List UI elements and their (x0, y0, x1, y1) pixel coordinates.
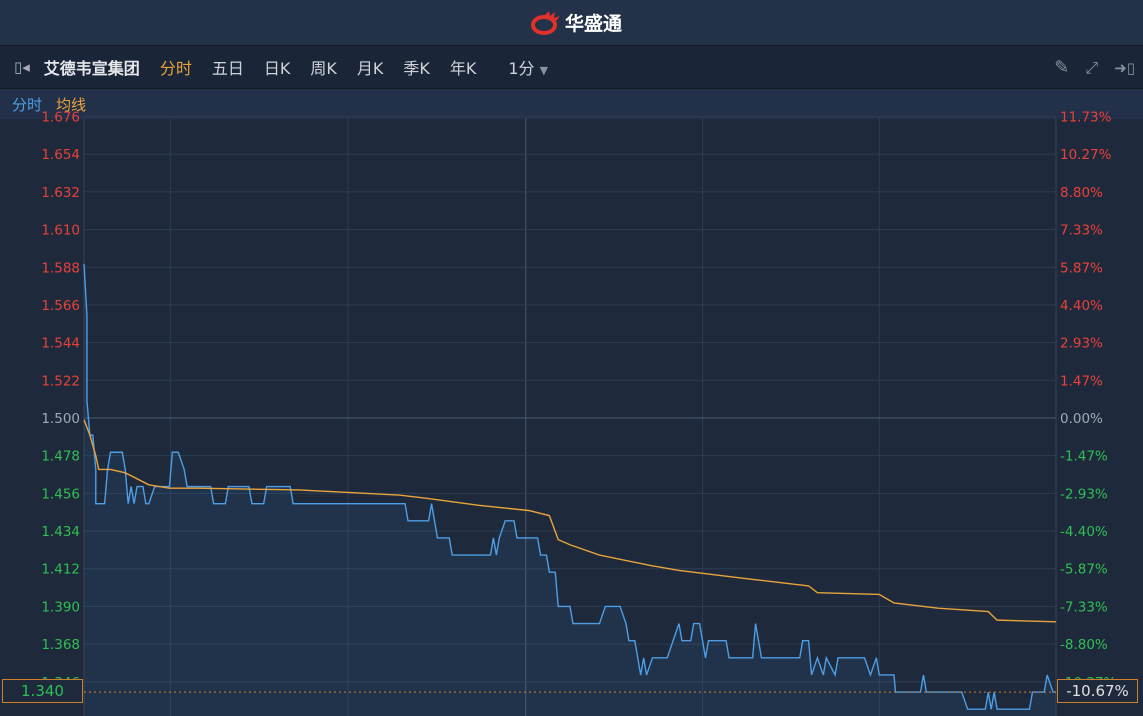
legend-average: 均线 (56, 95, 87, 114)
toolbar-icons: ✎ ⤢ ➜▯ (1054, 57, 1135, 78)
interval-select[interactable]: 1分 ▼ (508, 55, 548, 79)
percent-tick-label: -1.47% (1060, 449, 1108, 465)
percent-tick-label: 1.47% (1060, 373, 1103, 389)
brand-logo: 华盛通 (530, 9, 622, 36)
price-tick-label: 1.632 (41, 185, 80, 201)
stock-name: 艾德韦宣集团 (43, 59, 140, 78)
price-tick-label: 1.456 (41, 486, 80, 502)
percent-tick-label: 8.80% (1060, 185, 1103, 201)
price-tick-label: 1.390 (41, 599, 80, 615)
percent-tick-label: 7.33% (1060, 223, 1103, 239)
fullscreen-icon[interactable]: ⤢ (1085, 58, 1098, 78)
current-change: -10.67% (1066, 682, 1129, 700)
legend-price: 分时 (12, 95, 43, 114)
price-tick-label: 1.522 (41, 373, 80, 389)
title-bar: 华盛通 (0, 0, 1143, 45)
current-price: 1.340 (21, 682, 64, 700)
price-area-fill (84, 263, 1056, 716)
price-tick-label: 1.610 (41, 223, 80, 239)
price-tick-label: 1.566 (41, 298, 80, 314)
chevron-down-icon: ▼ (539, 64, 549, 77)
price-tick-label: 1.368 (41, 637, 80, 653)
tab-five-day[interactable]: 五日 (212, 55, 244, 79)
price-tick-label: 1.654 (41, 147, 80, 163)
percent-tick-label: -8.80% (1060, 637, 1108, 653)
price-tick-label: 1.544 (41, 336, 80, 352)
collapse-sidebar-icon[interactable]: ▯◂ (14, 58, 30, 76)
percent-tick-label: 10.27% (1060, 147, 1112, 163)
brand-name: 华盛通 (564, 13, 622, 35)
tab-weekly-k[interactable]: 周K (310, 55, 337, 79)
current-price-box: 1.340 (2, 679, 83, 703)
average-line (83, 419, 1057, 623)
price-tick-label: 1.434 (41, 524, 80, 540)
percent-tick-label: -5.87% (1060, 562, 1108, 578)
interval-value: 1分 (508, 59, 535, 78)
tab-quarterly-k[interactable]: 季K (403, 55, 430, 79)
price-tick-label: 1.588 (41, 260, 80, 276)
price-tick-label: 1.412 (41, 562, 80, 578)
exit-panel-icon[interactable]: ➜▯ (1114, 59, 1135, 77)
percent-tick-label: -7.33% (1060, 599, 1108, 615)
tab-yearly-k[interactable]: 年K (450, 55, 477, 79)
pencil-icon[interactable]: ✎ (1054, 57, 1069, 78)
percent-tick-label: -2.93% (1060, 486, 1108, 502)
brand-flame-icon (530, 10, 560, 35)
percent-tick-label: -4.40% (1060, 524, 1108, 540)
percent-tick-label: 5.87% (1060, 260, 1103, 276)
price-tick-label: 1.478 (41, 449, 80, 465)
tab-daily-k[interactable]: 日K (264, 55, 291, 79)
toolbar: ▯◂ 艾德韦宣集团 分时 五日 日K 周K 月K 季K 年K 1分 ▼ (0, 45, 1143, 89)
tab-monthly-k[interactable]: 月K (357, 55, 384, 79)
price-line (83, 263, 1056, 710)
percent-tick-label: 0.00% (1060, 411, 1103, 427)
percent-tick-label: 2.93% (1060, 336, 1103, 352)
current-change-box: -10.67% (1057, 679, 1138, 703)
chart-legend: 分时 均线 (0, 89, 1143, 119)
tab-intraday[interactable]: 分时 (160, 55, 192, 79)
price-tick-label: 1.500 (41, 411, 80, 427)
percent-tick-label: 4.40% (1060, 298, 1103, 314)
